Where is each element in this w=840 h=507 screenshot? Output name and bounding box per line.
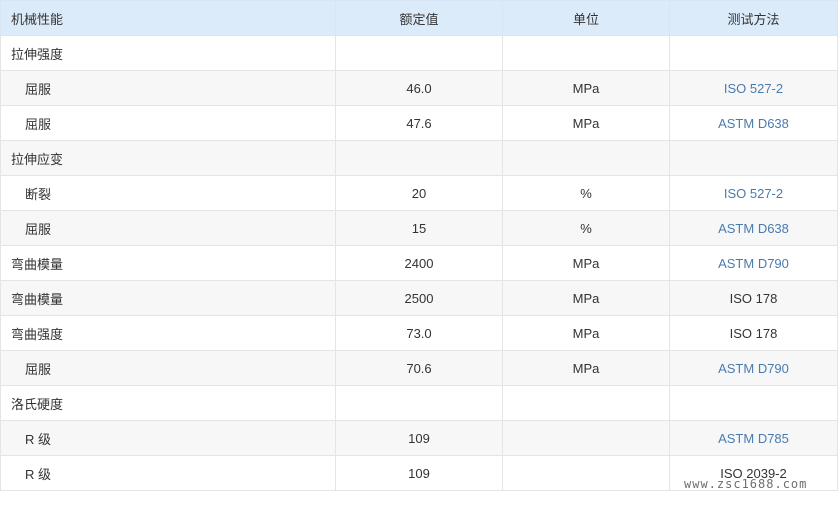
table-body: 拉伸强度 屈服 46.0 MPa ISO 527-2 屈服 47.6 MPa ASTM D638…	[0, 35, 838, 491]
test-method-cell	[669, 140, 838, 176]
test-method-link[interactable]: ASTM D638	[669, 210, 838, 246]
unit-cell	[502, 385, 670, 421]
test-method-link[interactable]: ASTM D785	[669, 420, 838, 456]
value-cell: 109	[335, 420, 503, 456]
table-row: 断裂 20% ISO 527-2	[0, 175, 838, 211]
test-method-link[interactable]: ASTM D790	[669, 350, 838, 386]
unit-cell: MPa	[502, 245, 670, 281]
table-row: R 级 109 ASTM D785	[0, 420, 838, 456]
property-cell: 洛氏硬度	[0, 385, 336, 421]
test-method-cell: ISO 178	[669, 315, 838, 351]
test-method-link[interactable]: ASTM D790	[669, 245, 838, 281]
unit-cell	[502, 35, 670, 71]
test-method-cell: ISO 2039-2	[669, 455, 838, 491]
test-method-link[interactable]: ISO 527-2	[669, 70, 838, 106]
header-row: 机械性能 额定值 单位 测试方法	[0, 0, 838, 36]
test-method-link[interactable]: ASTM D638	[669, 105, 838, 141]
value-cell	[335, 140, 503, 176]
table-row: 弯曲模量 2500 MPa ISO 178	[0, 280, 838, 316]
unit-cell	[502, 140, 670, 176]
value-cell: 46.0	[335, 70, 503, 106]
value-cell: 109	[335, 455, 503, 491]
unit-cell: MPa	[502, 105, 670, 141]
value-cell: 20	[335, 175, 503, 211]
value-cell	[335, 35, 503, 71]
table-row: 屈服 70.6 MPa ASTM D790	[0, 350, 838, 386]
table-row: 弯曲强度 73.0 MPa ISO 178	[0, 315, 838, 351]
unit-cell	[502, 455, 670, 491]
table-row: 弯曲模量 2400 MPa ASTM D790	[0, 245, 838, 281]
header-test-method: 测试方法	[669, 0, 838, 36]
property-cell: 拉伸强度	[0, 35, 336, 71]
property-cell: 断裂	[0, 175, 336, 211]
property-cell: R 级	[0, 455, 336, 491]
property-cell: 屈服	[0, 350, 336, 386]
test-method-cell	[669, 385, 838, 421]
table-row: 洛氏硬度	[0, 385, 838, 421]
table-header: 机械性能 额定值 单位 测试方法	[0, 0, 838, 36]
value-cell: 47.6	[335, 105, 503, 141]
property-cell: 拉伸应变	[0, 140, 336, 176]
test-method-cell: ISO 178	[669, 280, 838, 316]
table-row: 屈服 15% ASTM D638	[0, 210, 838, 246]
property-cell: 屈服	[0, 105, 336, 141]
unit-cell: %	[502, 210, 670, 246]
property-cell: R 级	[0, 420, 336, 456]
value-cell	[335, 385, 503, 421]
table-row: 拉伸强度	[0, 35, 838, 71]
value-cell: 73.0	[335, 315, 503, 351]
property-cell: 屈服	[0, 210, 336, 246]
test-method-link[interactable]: ISO 527-2	[669, 175, 838, 211]
property-cell: 弯曲模量	[0, 245, 336, 281]
mechanical-properties-table: 机械性能 额定值 单位 测试方法 拉伸强度 屈服 46.0 MPa ISO 527-2 屈…	[0, 0, 838, 491]
unit-cell: MPa	[502, 315, 670, 351]
unit-cell: %	[502, 175, 670, 211]
table-row: 拉伸应变	[0, 140, 838, 176]
value-cell: 70.6	[335, 350, 503, 386]
unit-cell: MPa	[502, 280, 670, 316]
header-unit: 单位	[502, 0, 670, 36]
property-cell: 弯曲强度	[0, 315, 336, 351]
table-row: R 级 109 ISO 2039-2	[0, 455, 838, 491]
property-cell: 弯曲模量	[0, 280, 336, 316]
value-cell: 2400	[335, 245, 503, 281]
property-cell: 屈服	[0, 70, 336, 106]
header-value: 额定值	[335, 0, 503, 36]
unit-cell: MPa	[502, 70, 670, 106]
table-row: 屈服 47.6 MPa ASTM D638	[0, 105, 838, 141]
unit-cell	[502, 420, 670, 456]
value-cell: 15	[335, 210, 503, 246]
table-row: 屈服 46.0 MPa ISO 527-2	[0, 70, 838, 106]
value-cell: 2500	[335, 280, 503, 316]
header-property: 机械性能	[0, 0, 336, 36]
unit-cell: MPa	[502, 350, 670, 386]
test-method-cell	[669, 35, 838, 71]
